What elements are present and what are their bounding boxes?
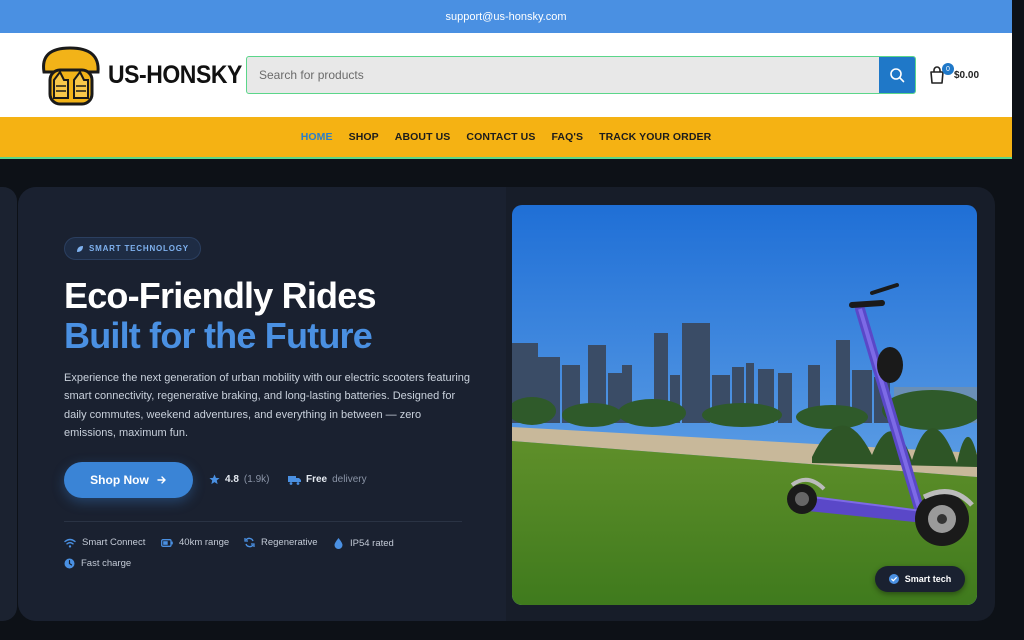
feature-ip54: IP54 rated — [333, 537, 394, 549]
top-bar: support@us-honsky.com — [0, 0, 1012, 33]
nav-faqs[interactable]: FAQ'S — [543, 131, 591, 143]
search-button[interactable] — [879, 57, 915, 93]
cart-total: $0.00 — [954, 69, 980, 81]
feature-label: Fast charge — [81, 558, 132, 569]
smart-tech-label: Smart tech — [904, 574, 952, 584]
badge-smart-technology: SMART TECHNOLOGY — [64, 237, 201, 260]
leaf-icon — [77, 246, 83, 252]
feature-smart-connect: Smart Connect — [64, 537, 145, 548]
hero-description: Experience the next generation of urban … — [64, 372, 470, 439]
refresh-icon — [244, 537, 255, 548]
nav-shop[interactable]: SHOP — [341, 131, 387, 143]
logo-thumbs-icon — [42, 46, 100, 106]
rating-count: (1.9k) — [243, 474, 270, 485]
logo[interactable]: US-HONSKY — [36, 42, 242, 108]
shop-now-button[interactable]: Shop Now — [64, 462, 193, 498]
delivery-label: delivery — [332, 474, 367, 485]
header: US-HONSKY 0 $0.00 — [0, 33, 1012, 117]
clock-icon — [64, 558, 75, 569]
rating: 4.8 (1.9k) — [209, 474, 269, 485]
feature-label: Regenerative — [261, 537, 318, 548]
feature-range: 40km range — [161, 537, 229, 548]
search-input[interactable] — [247, 57, 879, 93]
badge-label: SMART TECHNOLOGY — [89, 244, 189, 253]
search-icon — [890, 68, 905, 83]
cart-count-badge: 0 — [942, 63, 954, 75]
feature-regenerative: Regenerative — [244, 537, 318, 548]
delivery-info: Free delivery — [288, 474, 367, 485]
nav-track-order[interactable]: TRACK YOUR ORDER — [591, 131, 719, 143]
hero-title-line1: Eco-Friendly Rides — [64, 275, 376, 316]
hero-section: SMART TECHNOLOGY Eco-Friendly Rides Buil… — [0, 159, 1024, 640]
hero-card: SMART TECHNOLOGY Eco-Friendly Rides Buil… — [18, 187, 995, 621]
rating-value: 4.8 — [225, 474, 239, 485]
nav-home[interactable]: HOME — [293, 131, 341, 143]
feature-fast-charge: Fast charge — [64, 558, 131, 569]
star-icon — [209, 474, 220, 485]
cart-button[interactable]: 0 $0.00 — [928, 63, 988, 87]
arrow-right-icon — [157, 476, 166, 484]
previous-slide-edge[interactable] — [0, 187, 17, 621]
delivery-free: Free — [306, 474, 328, 485]
battery-icon — [161, 538, 173, 547]
search-bar — [246, 56, 916, 94]
nav-contact-us[interactable]: CONTACT US — [458, 131, 543, 143]
nav-about-us[interactable]: ABOUT US — [387, 131, 459, 143]
water-drop-icon — [334, 538, 343, 549]
truck-icon — [288, 475, 301, 485]
feature-label: IP54 rated — [350, 537, 394, 549]
divider — [64, 521, 462, 522]
feature-label: Smart Connect — [82, 537, 146, 548]
support-email[interactable]: support@us-honsky.com — [445, 11, 566, 23]
hero-title-line2: Built for the Future — [64, 315, 373, 356]
check-badge-icon — [888, 574, 899, 584]
feature-label: 40km range — [179, 537, 230, 548]
main-nav: HOME SHOP ABOUT US CONTACT US FAQ'S TRAC… — [0, 117, 1012, 159]
smart-tech-tag: Smart tech — [875, 566, 965, 592]
logo-text: US-HONSKY — [108, 60, 242, 89]
page-edge — [1012, 0, 1024, 640]
wifi-icon — [64, 538, 76, 548]
hero-image-scooter — [512, 205, 977, 605]
shop-now-label: Shop Now — [90, 473, 149, 487]
